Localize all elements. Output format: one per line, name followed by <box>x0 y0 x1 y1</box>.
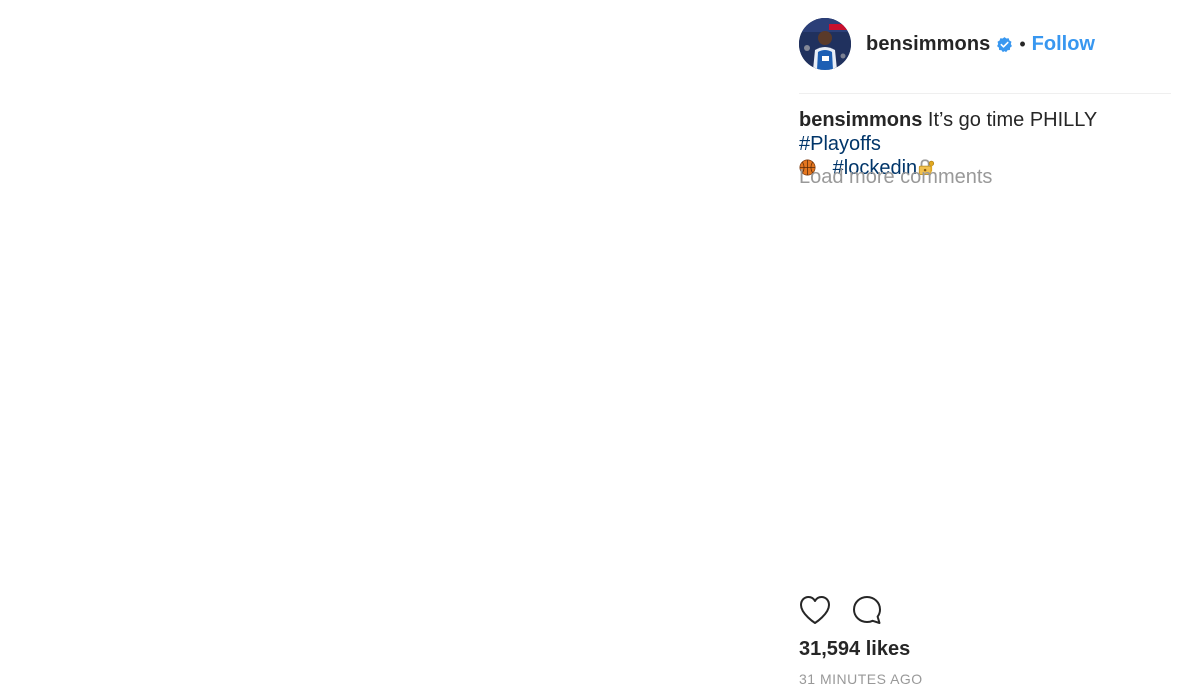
comment-bubble-icon <box>852 595 882 630</box>
follow-button[interactable]: Follow <box>1032 33 1095 56</box>
heart-icon <box>799 595 831 630</box>
post-author-username[interactable]: bensimmons <box>866 33 990 56</box>
load-more-comments-link[interactable]: Load more comments <box>799 166 992 189</box>
post-actions <box>799 595 883 630</box>
caption-username[interactable]: bensimmons <box>799 109 922 131</box>
verified-badge-icon <box>996 36 1013 53</box>
post-timestamp[interactable]: 31 MINUTES AGO <box>799 671 923 687</box>
comment-button[interactable] <box>851 595 883 630</box>
likes-count[interactable]: 31,594 likes <box>799 638 910 661</box>
avatar-image <box>799 18 851 70</box>
post-header: bensimmons • Follow <box>799 18 1095 70</box>
header-separator: • <box>1019 33 1026 54</box>
post-side-panel: bensimmons • Follow bensimmons It’s go t… <box>778 0 1200 692</box>
avatar[interactable] <box>799 18 851 70</box>
post-media-area <box>0 0 778 692</box>
like-button[interactable] <box>799 595 831 630</box>
caption-text: It’s go time PHILLY <box>927 109 1097 131</box>
hashtag-playoffs[interactable]: #Playoffs <box>799 133 881 155</box>
header-divider <box>799 93 1171 94</box>
